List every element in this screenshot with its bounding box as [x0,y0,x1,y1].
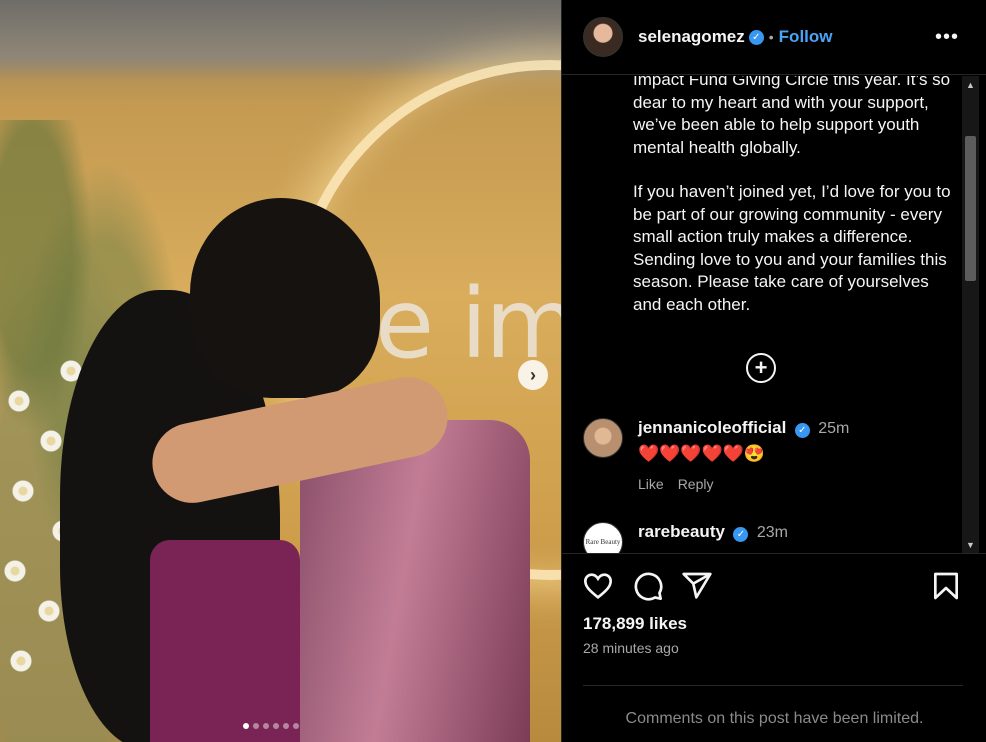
comment-bubble-icon[interactable] [632,570,664,602]
carousel-dot [273,723,279,729]
comments-limited-notice: Comments on this post have been limited. [625,710,924,727]
scroll-down-arrow-icon[interactable]: ▼ [962,536,979,553]
post-sidebar: selenagomez ✓ • Follow ••• Impact Fund G… [561,0,986,742]
photo-purple-dress [150,540,300,742]
comments-scroll-area[interactable]: Impact Fund Giving Circle this year. It’… [562,76,962,553]
author-avatar[interactable] [583,17,623,57]
scroll-up-arrow-icon[interactable]: ▲ [962,76,979,93]
carousel-next-button[interactable]: › [518,360,548,390]
comment-username[interactable]: jennanicoleofficial [638,418,786,437]
header-separator: • [768,29,774,45]
comment-reply-button[interactable]: Reply [678,476,714,492]
post-photo[interactable]: e imp › [0,0,561,742]
more-options-icon[interactable]: ••• [935,26,959,49]
post-timestamp[interactable]: 28 minutes ago [583,640,679,656]
verified-badge-icon: ✓ [733,527,749,542]
photo-flower [8,390,30,412]
comment-time: 23m [756,524,788,541]
verified-badge-icon: ✓ [794,423,810,438]
carousel-dot [283,723,289,729]
divider [583,685,963,686]
heart-icon[interactable] [582,570,614,602]
photo-flower [40,430,62,452]
author-username[interactable]: selenagomez [638,27,745,47]
post-actions: 178,899 likes 28 minutes ago Comments on… [562,553,986,742]
caption-paragraph: If you haven’t joined yet, I’d love for … [633,182,951,314]
carousel-indicator [243,723,299,729]
photo-flower [38,600,60,622]
plus-circle-icon: + [754,355,768,380]
comment-item: Rare Beauty rarebeauty ✓ 23m [583,522,788,553]
share-icon[interactable] [681,570,713,602]
avatar-logo-text: Rare Beauty [585,538,621,546]
likes-count[interactable]: 178,899 likes [583,614,687,634]
load-more-comments-button[interactable]: + [746,353,776,383]
carousel-dot [253,723,259,729]
photo-ceiling [0,0,561,80]
follow-button[interactable]: Follow [779,27,833,47]
comment-avatar[interactable] [583,418,623,458]
comment-text: ❤️❤️❤️❤️❤️😍 [638,444,766,463]
photo-flower [12,480,34,502]
verified-badge-icon: ✓ [748,29,764,45]
scrollbar-thumb[interactable] [965,136,976,281]
bookmark-icon[interactable] [930,570,962,602]
carousel-dot [263,723,269,729]
comment-username[interactable]: rarebeauty [638,522,725,541]
photo-flower [10,650,32,672]
comments-scrollbar[interactable]: ▲ ▼ [962,76,979,553]
carousel-dot [243,723,249,729]
post-header: selenagomez ✓ • Follow ••• [562,0,986,75]
chevron-right-icon: › [530,364,536,385]
comment-item: jennanicoleofficial ✓ 25m ❤️❤️❤️❤️❤️😍 Li… [583,418,849,492]
caption-paragraph: Impact Fund Giving Circle this year. It’… [633,76,951,157]
photo-flower [4,560,26,582]
carousel-dot [293,723,299,729]
comment-time: 25m [818,420,850,437]
comment-like-button[interactable]: Like [638,476,664,492]
post-caption: Impact Fund Giving Circle this year. It’… [633,76,953,338]
comment-avatar[interactable]: Rare Beauty [583,522,623,553]
